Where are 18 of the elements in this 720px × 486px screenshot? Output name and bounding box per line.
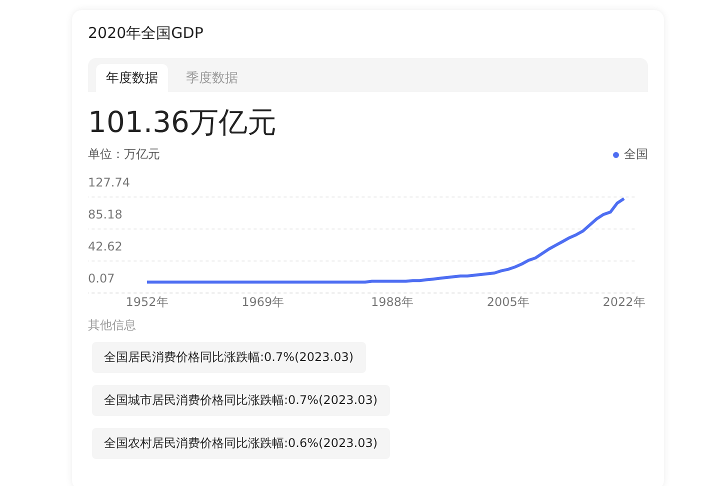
- x-tick-label: 1988年: [371, 295, 414, 309]
- info-chip[interactable]: 全国居民消费价格同比涨跌幅:0.7%(2023.03): [92, 342, 366, 373]
- x-tick-label: 1969年: [242, 295, 284, 309]
- section-heading: 其他信息: [88, 317, 137, 334]
- y-tick-label: 127.74: [88, 175, 130, 190]
- gdp-value: 101.36万亿元: [88, 104, 278, 140]
- y-tick-label: 85.18: [88, 207, 122, 222]
- x-tick-label: 2022年: [602, 295, 646, 309]
- info-chip[interactable]: 全国农村居民消费价格同比涨跌幅:0.6%(2023.03): [92, 428, 390, 459]
- y-tick-label: 0.07: [88, 271, 115, 286]
- unit-label: 单位：万亿元: [88, 146, 160, 163]
- y-tick-label: 42.62: [88, 239, 122, 254]
- info-chip[interactable]: 全国城市居民消费价格同比涨跌幅:0.7%(2023.03): [92, 385, 390, 416]
- card-title: 2020年全国GDP: [88, 24, 204, 44]
- tab[interactable]: 年度数据: [96, 64, 168, 92]
- legend-label: 全国: [624, 146, 648, 163]
- x-tick-label: 1952年: [126, 295, 168, 309]
- x-tick-label: 2005年: [486, 295, 530, 309]
